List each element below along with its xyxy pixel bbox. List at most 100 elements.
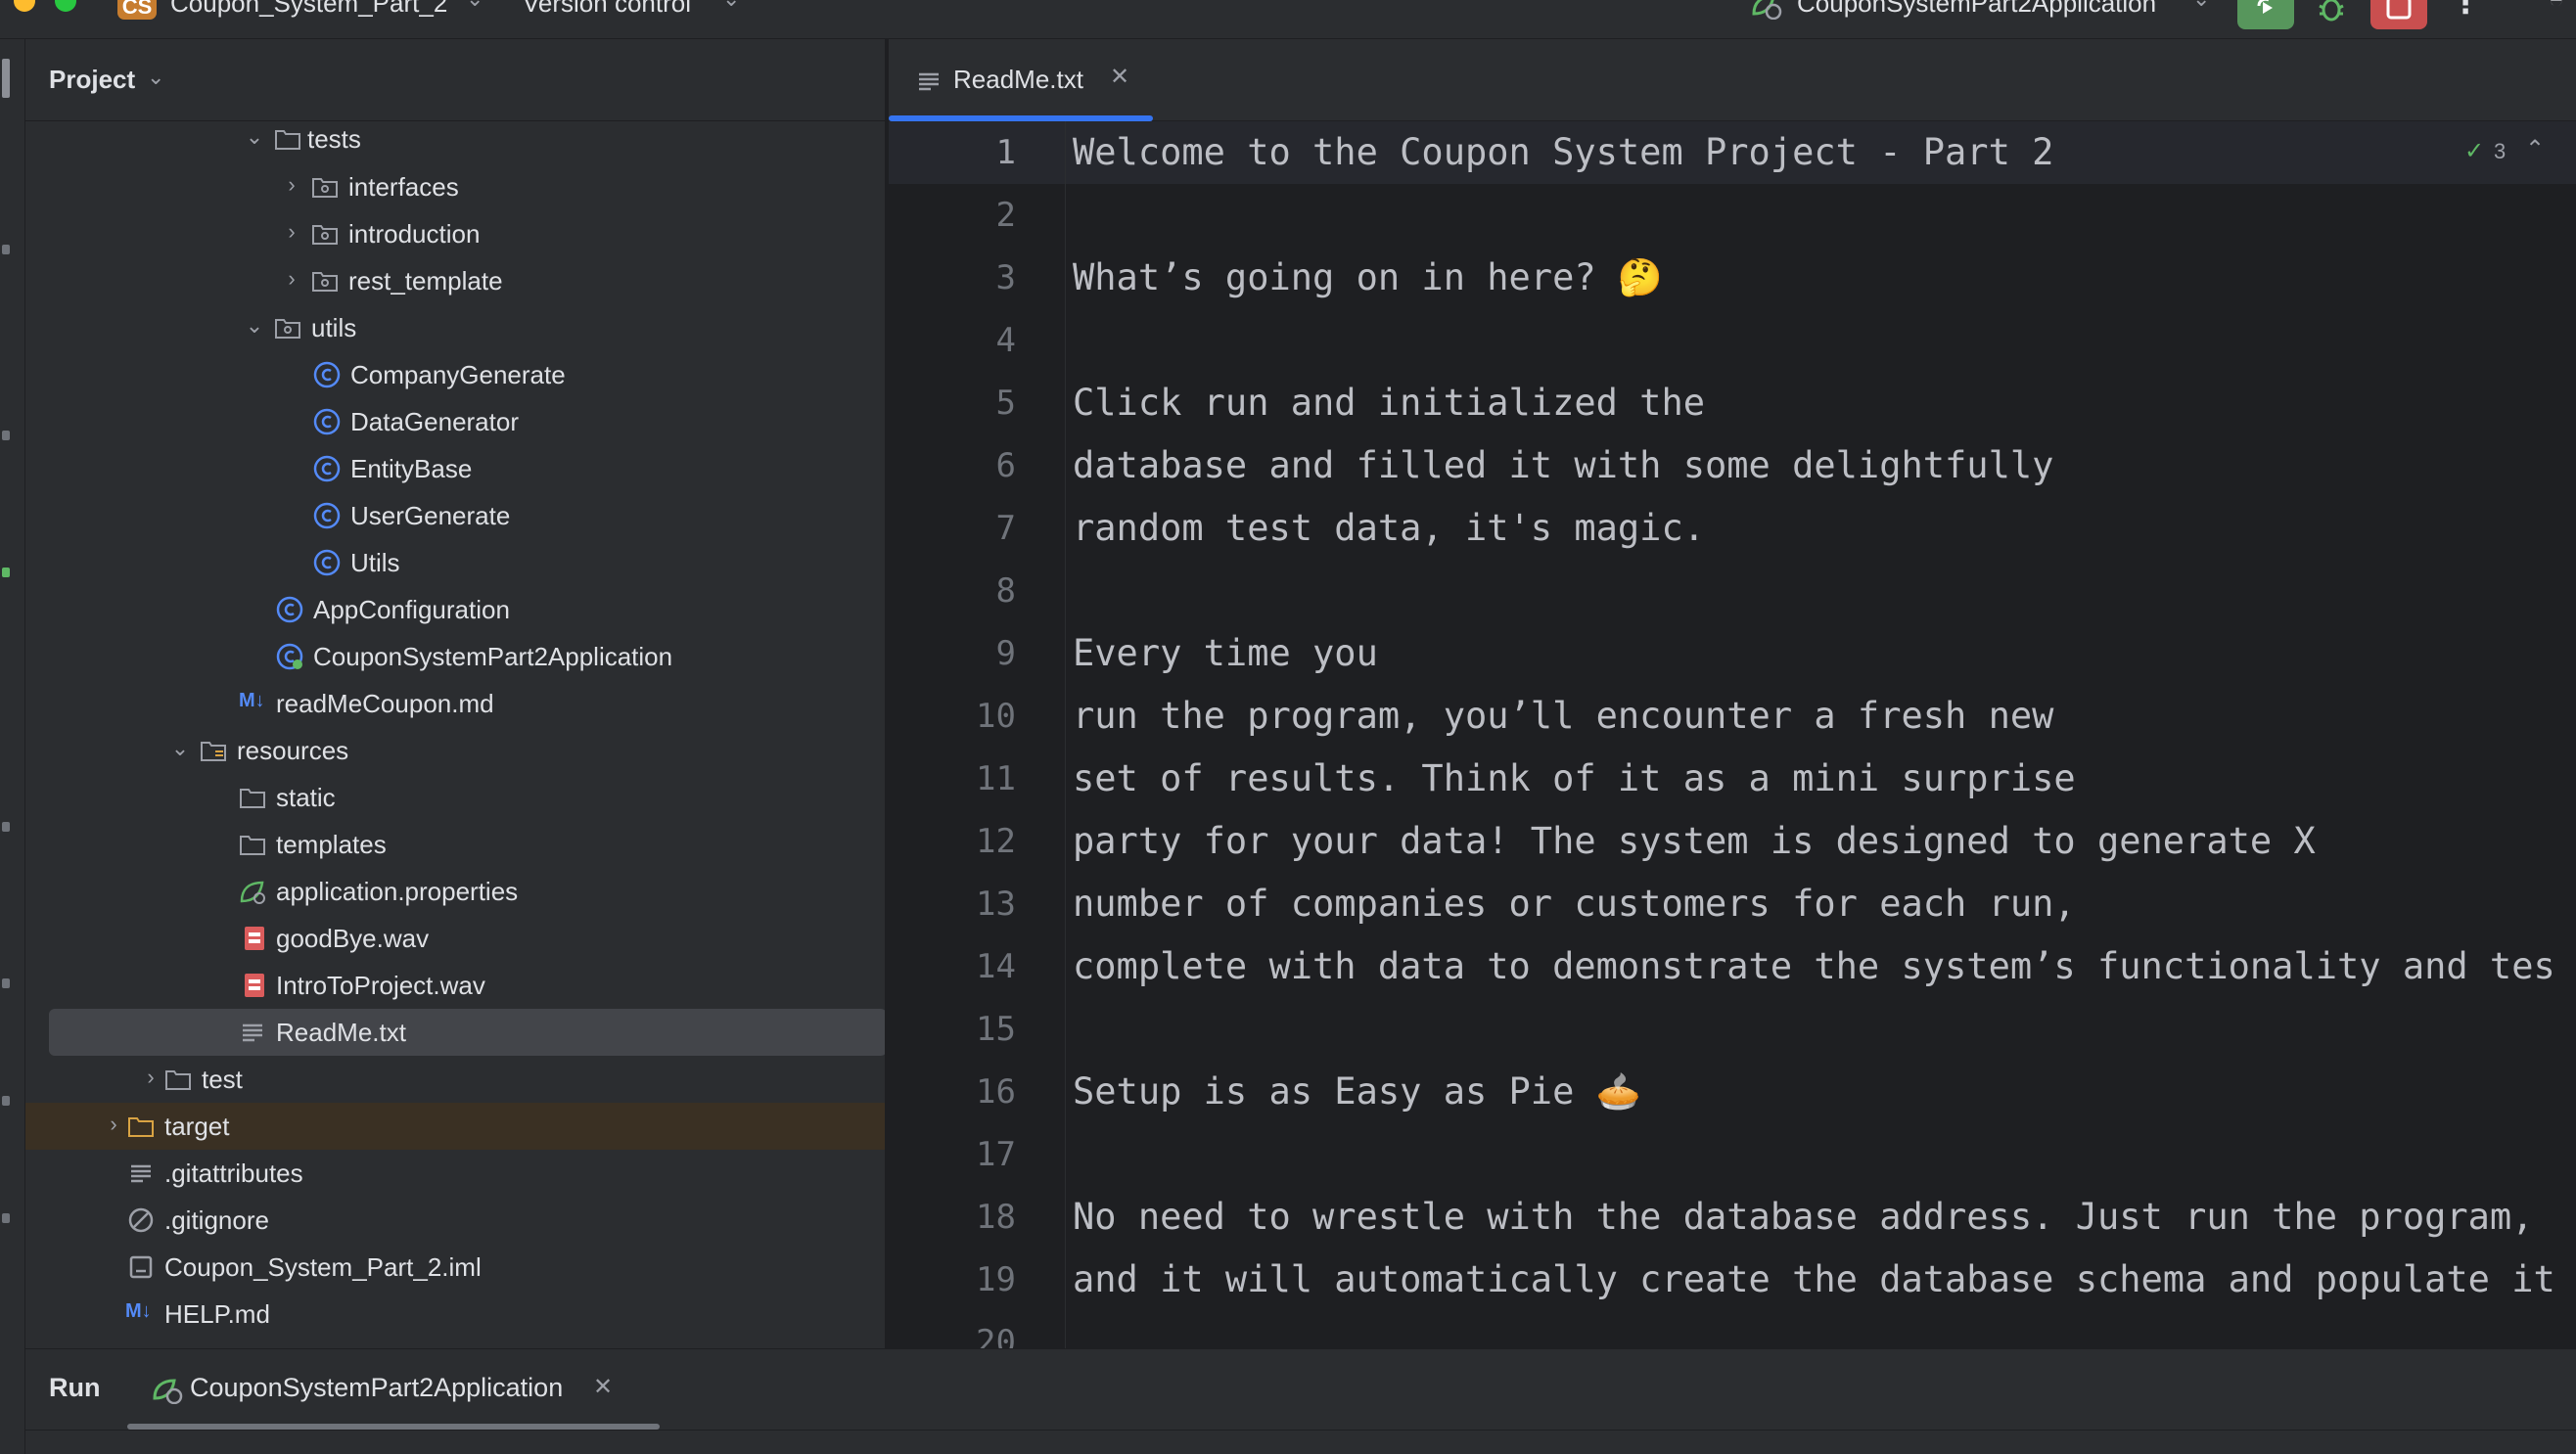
tree-item[interactable]: ⌄ resources (25, 727, 885, 774)
line-number: 4 (995, 321, 1016, 360)
close-icon[interactable]: ✕ (593, 1373, 613, 1401)
zoom-window-button[interactable] (55, 0, 76, 12)
tree-item-selected[interactable]: ReadMe.txt (25, 1009, 885, 1056)
title-bar: CS Coupon_System_Part_2 ⌄ Version contro… (0, 0, 2576, 39)
tree-item[interactable]: goodBye.wav (25, 915, 885, 962)
chevron-up-icon[interactable]: ⌃ (2525, 135, 2545, 163)
package-icon (312, 225, 338, 245)
project-badge[interactable]: CS (117, 0, 157, 20)
tree-item[interactable]: application.properties (25, 868, 885, 915)
chevron-down-icon[interactable]: ⌄ (243, 125, 266, 149)
code-line[interactable]: What’s going on in here? 🤔 (1073, 256, 1663, 299)
code-line[interactable]: Every time you (1073, 632, 1378, 674)
tree-item[interactable]: › rest_template (25, 257, 885, 304)
chevron-right-icon[interactable]: › (102, 1113, 125, 1136)
spring-run-icon (153, 1379, 183, 1404)
chevron-down-icon[interactable]: ⌄ (243, 314, 266, 338)
code-line[interactable]: party for your data! The system is desig… (1073, 820, 2316, 862)
close-icon[interactable]: ✕ (1110, 63, 1129, 91)
tree-item[interactable]: ⌄ utils (25, 304, 885, 351)
tree-item[interactable]: ⌄ tests (25, 115, 885, 162)
tree-item[interactable]: CouponSystemPart2Application (25, 633, 885, 680)
code-line[interactable]: Click run and initialized the (1073, 382, 1705, 424)
tree-item[interactable]: mvnw (25, 1338, 885, 1348)
code-line[interactable]: No need to wrestle with the database add… (1073, 1196, 2533, 1238)
tree-item-label: utils (311, 313, 357, 342)
code-line[interactable]: set of results. Think of it as a mini su… (1073, 757, 2076, 799)
chevron-right-icon[interactable]: › (280, 220, 303, 244)
tree-item-label: rest_template (348, 266, 503, 295)
project-tool-icon[interactable] (2, 59, 10, 98)
tree-item[interactable]: M↓ HELP.md (25, 1291, 885, 1338)
tree-item[interactable]: DataGenerator (25, 398, 885, 445)
chevron-down-icon[interactable]: ⌄ (168, 737, 192, 760)
more-actions-icon[interactable]: ⋮ (2451, 0, 2480, 21)
line-number: 8 (995, 571, 1016, 611)
profile-icon[interactable]: ◓ (2549, 0, 2564, 15)
tab-readme[interactable]: ReadMe.txt ✕ (889, 39, 1153, 121)
markdown-icon: M↓ (239, 690, 265, 711)
tree-item[interactable]: EntityBase (25, 445, 885, 492)
text-editor[interactable]: 1 2 3 4 5 6 7 8 9 10 11 12 13 14 15 16 17 18 19 20 Welcome … (889, 121, 2576, 1348)
code-line[interactable]: random test data, it's magic. (1073, 507, 1705, 549)
package-icon (275, 130, 300, 150)
code-line[interactable]: number of companies or customers for eac… (1073, 883, 2076, 925)
tree-item-label: introduction (348, 219, 481, 249)
run-button[interactable] (2237, 0, 2294, 29)
tree-item[interactable]: Utils (25, 539, 885, 586)
code-line[interactable]: Welcome to the Coupon System Project - P… (1073, 131, 2053, 173)
chevron-down-icon[interactable]: ⌄ (147, 65, 164, 90)
folder-icon (240, 836, 265, 855)
tree-item[interactable]: .gitattributes (25, 1150, 885, 1197)
code-line[interactable]: run the program, you’ll encounter a fres… (1073, 695, 2053, 737)
project-panel-title[interactable]: Project (49, 65, 135, 95)
tree-item[interactable]: .gitignore (25, 1197, 885, 1244)
tool-marker (2, 978, 10, 988)
tree-item-label: interfaces (348, 172, 459, 202)
run-tab-label[interactable]: CouponSystemPart2Application (190, 1373, 563, 1403)
vcs-menu[interactable]: Version control (523, 0, 691, 19)
class-icon (313, 502, 341, 529)
minimize-window-button[interactable] (14, 0, 35, 12)
tree-item[interactable]: M↓ readMeCoupon.md (25, 680, 885, 727)
tree-item[interactable]: static (25, 774, 885, 821)
tree-item[interactable]: AppConfiguration (25, 586, 885, 633)
tree-item[interactable]: › introduction (25, 210, 885, 257)
editor-tab-bar: ReadMe.txt ✕ (889, 39, 2576, 121)
tree-item[interactable]: › test (25, 1056, 885, 1103)
chevron-right-icon[interactable]: › (280, 173, 303, 197)
services-tool-icon[interactable] (2, 568, 10, 577)
code-line[interactable]: and it will automatically create the dat… (1073, 1258, 2555, 1300)
run-tool-title[interactable]: Run (49, 1373, 100, 1403)
tool-marker (2, 822, 10, 832)
tree-item[interactable]: Coupon_System_Part_2.iml (25, 1244, 885, 1291)
tree-item[interactable]: UserGenerate (25, 492, 885, 539)
chevron-right-icon[interactable]: › (280, 267, 303, 291)
run-configuration-selector[interactable]: CouponSystemPart2Application (1797, 0, 2156, 19)
tree-item-label: .gitignore (164, 1205, 269, 1235)
inspection-count: 3 (2494, 139, 2507, 163)
code-line[interactable]: Setup is as Easy as Pie 🥧 (1073, 1070, 1641, 1113)
tool-marker (2, 245, 10, 254)
debug-button[interactable] (2312, 0, 2351, 27)
code-line[interactable]: complete with data to demonstrate the sy… (1073, 945, 2555, 987)
package-icon (275, 319, 300, 339)
tree-item[interactable]: IntroToProject.wav (25, 962, 885, 1009)
tree-item[interactable]: templates (25, 821, 885, 868)
tree-item[interactable]: CompanyGenerate (25, 351, 885, 398)
tree-item-label: .gitattributes (164, 1159, 303, 1188)
audio-file-icon (245, 974, 264, 997)
inspection-widget[interactable]: ✓ 3 ⌃ (2455, 133, 2562, 172)
project-name-menu[interactable]: Coupon_System_Part_2 (170, 0, 447, 19)
chevron-down-icon: ⌄ (2192, 0, 2210, 12)
tree-item-label: IntroToProject.wav (276, 971, 485, 1000)
tree-item[interactable]: › target (25, 1103, 885, 1150)
tree-item-label: CompanyGenerate (350, 360, 566, 389)
rerun-icon (2257, 0, 2273, 14)
stop-button[interactable] (2370, 0, 2427, 29)
chevron-right-icon[interactable]: › (139, 1066, 162, 1089)
code-line[interactable]: database and filled it with some delight… (1073, 444, 2053, 486)
stop-icon (2386, 0, 2412, 20)
tree-item-label: DataGenerator (350, 407, 519, 436)
tree-item[interactable]: › interfaces (25, 163, 885, 210)
